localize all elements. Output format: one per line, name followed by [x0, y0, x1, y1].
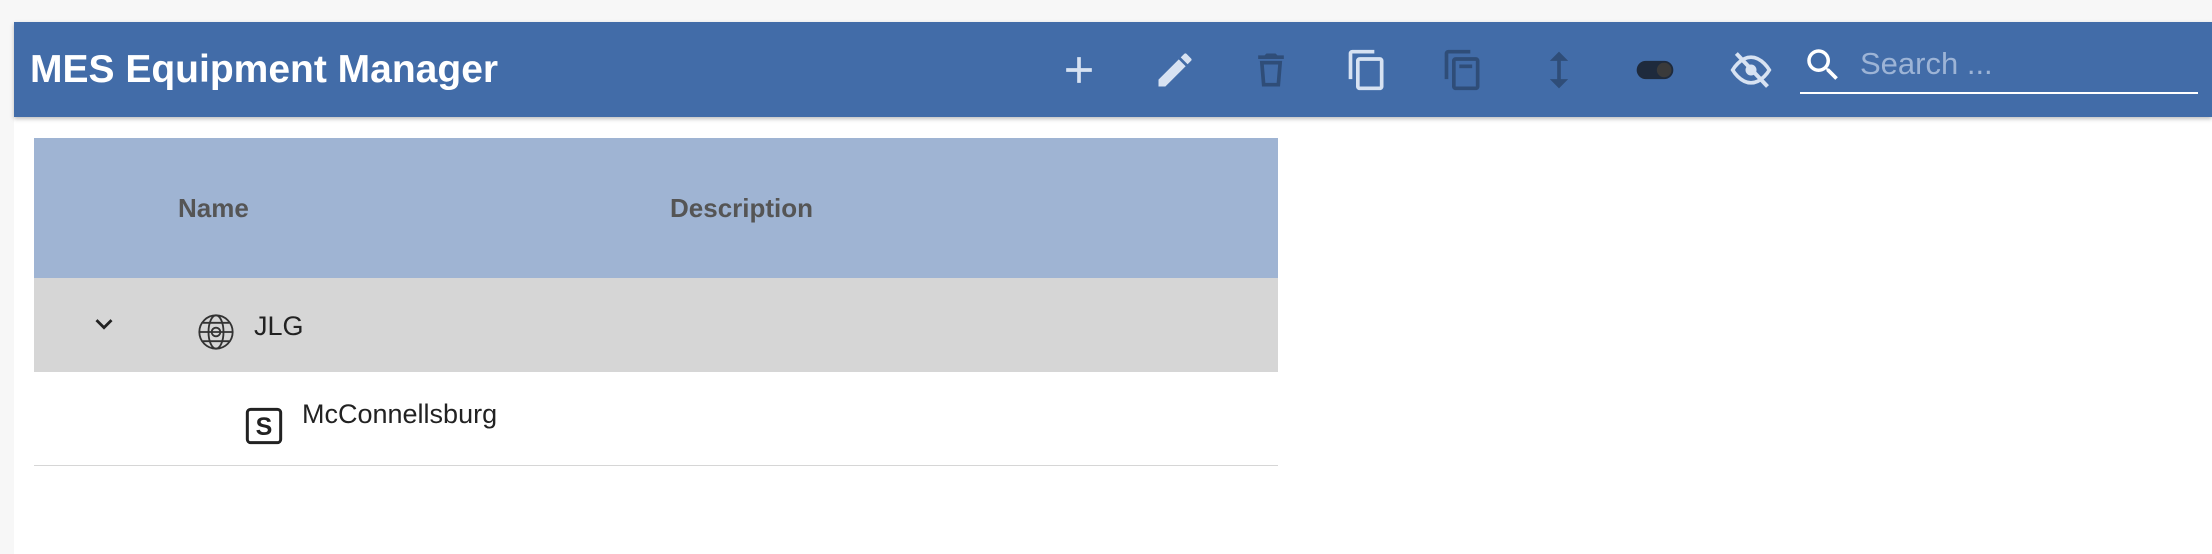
globe-icon [198, 314, 234, 350]
equipment-tree-grid: Name Description JLG S McConnellsburg [34, 138, 1278, 466]
paste-icon [1444, 49, 1480, 91]
expand-toggle[interactable] [84, 304, 124, 344]
hide-icon [1730, 52, 1772, 88]
move-icon [1549, 51, 1569, 89]
tree-row-mcconnellsburg[interactable]: S McConnellsburg [34, 372, 1278, 466]
main-panel: MES Equipment Manager Search ... Name De… [14, 22, 2212, 554]
paste-button[interactable] [1433, 40, 1493, 100]
hide-button[interactable] [1721, 40, 1781, 100]
copy-button[interactable] [1337, 40, 1397, 100]
tree-row-jlg[interactable]: JLG [34, 278, 1278, 372]
tree-row-name: McConnellsburg [302, 399, 498, 429]
move-button[interactable] [1529, 40, 1589, 100]
toggle-icon [1636, 60, 1674, 80]
app-title: MES Equipment Manager [30, 48, 499, 91]
add-icon [1066, 57, 1092, 83]
delete-icon [1258, 53, 1284, 87]
search-input[interactable] [1860, 42, 2190, 86]
column-header-description[interactable]: Description [670, 138, 813, 278]
chevron-down-icon [95, 319, 113, 330]
svg-text:S: S [256, 413, 273, 441]
search-icon [1807, 49, 1838, 80]
copy-icon [1348, 49, 1384, 91]
add-button[interactable] [1049, 40, 1109, 100]
toggle-button[interactable] [1625, 40, 1685, 100]
delete-button[interactable] [1241, 40, 1301, 100]
grid-header: Name Description [34, 138, 1278, 278]
site-s-icon: S [245, 407, 283, 445]
edit-button[interactable] [1145, 40, 1205, 100]
column-header-name[interactable]: Name [178, 138, 249, 278]
app-bar: MES Equipment Manager [14, 22, 2212, 117]
search-box[interactable] [1800, 36, 2198, 94]
edit-icon [1158, 53, 1192, 87]
tree-row-name: JLG [254, 311, 304, 341]
